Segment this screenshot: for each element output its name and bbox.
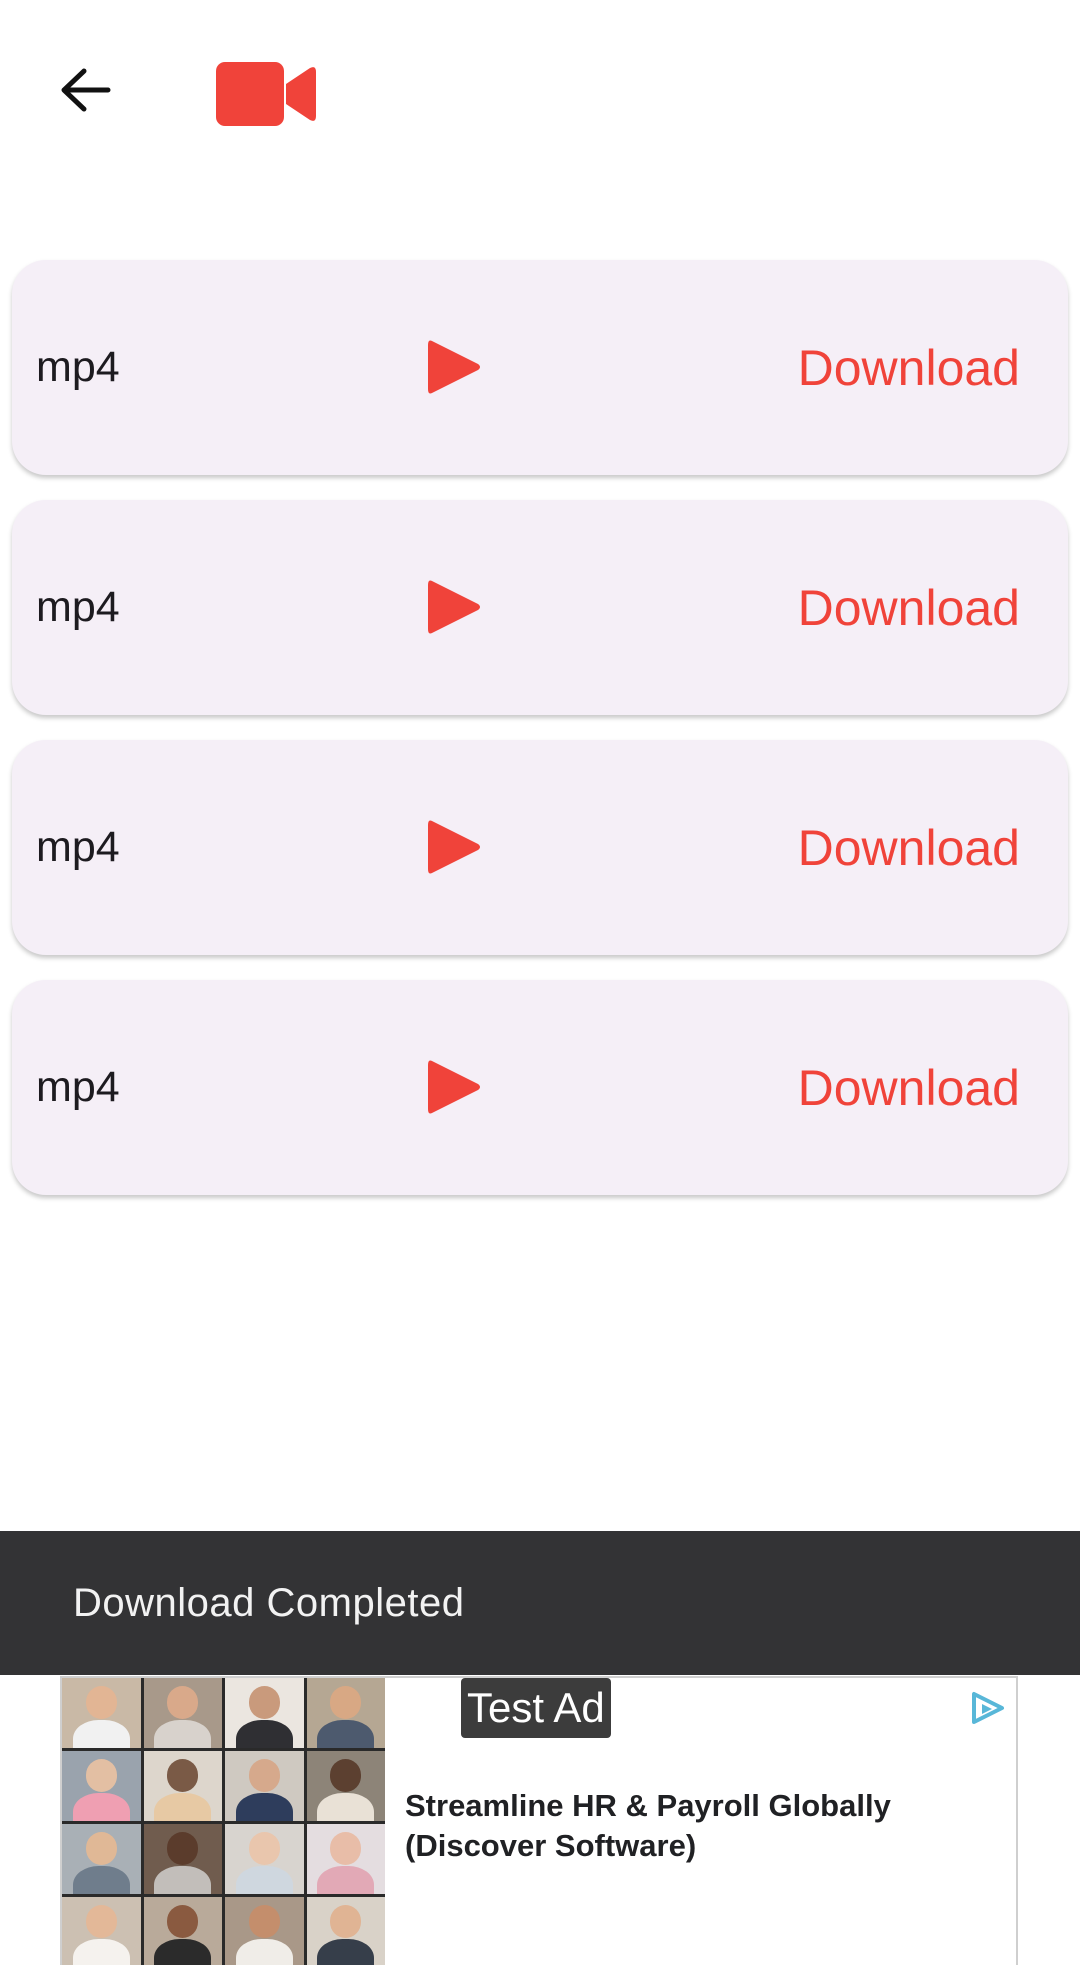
adchoices-icon[interactable] xyxy=(968,1690,1008,1726)
format-card: mp4 Download xyxy=(12,500,1068,715)
ad-photo-tile xyxy=(62,1678,141,1748)
ad-photo-tile xyxy=(225,1678,304,1748)
ad-headline[interactable]: Streamline HR & Payroll Globally (Discov… xyxy=(405,1786,965,1866)
ad-image[interactable] xyxy=(62,1678,385,1965)
format-card: mp4 Download xyxy=(12,980,1068,1195)
ad-photo-tile xyxy=(143,1678,222,1748)
ad-photo-tile xyxy=(225,1897,304,1965)
play-icon[interactable] xyxy=(424,337,484,397)
test-ad-badge: Test Ad xyxy=(461,1678,611,1738)
ad-photo-tile xyxy=(62,1897,141,1965)
ad-photo-tile xyxy=(306,1751,385,1821)
ad-photo-tile xyxy=(225,1751,304,1821)
ad-photo-tile xyxy=(225,1824,304,1894)
snackbar-message: Download Completed xyxy=(73,1580,465,1625)
back-button[interactable] xyxy=(50,60,120,120)
arrow-left-icon xyxy=(61,68,111,112)
video-camera-icon xyxy=(216,62,316,126)
play-icon[interactable] xyxy=(424,1057,484,1117)
top-bar xyxy=(0,0,1080,190)
ad-photo-tile xyxy=(143,1897,222,1965)
download-button[interactable]: Download xyxy=(798,980,1020,1195)
ad-photo-tile xyxy=(62,1824,141,1894)
format-label: mp4 xyxy=(36,583,120,631)
format-card: mp4 Download xyxy=(12,260,1068,475)
play-icon[interactable] xyxy=(424,577,484,637)
format-list: mp4 Download mp4 Download mp4 Download m… xyxy=(12,260,1068,1220)
download-button[interactable]: Download xyxy=(798,740,1020,955)
download-button[interactable]: Download xyxy=(798,500,1020,715)
play-icon[interactable] xyxy=(424,817,484,877)
ad-photo-tile xyxy=(143,1824,222,1894)
ad-photo-tile xyxy=(306,1678,385,1748)
download-button[interactable]: Download xyxy=(798,260,1020,475)
format-label: mp4 xyxy=(36,343,120,391)
format-label: mp4 xyxy=(36,823,120,871)
ad-photo-tile xyxy=(306,1897,385,1965)
format-label: mp4 xyxy=(36,1063,120,1111)
format-card: mp4 Download xyxy=(12,740,1068,955)
screen: mp4 Download mp4 Download mp4 Download m… xyxy=(0,0,1080,1965)
ad-banner[interactable]: Test Ad Streamline HR & Payroll Globally… xyxy=(60,1676,1018,1965)
ad-photo-tile xyxy=(306,1824,385,1894)
ad-photo-tile xyxy=(62,1751,141,1821)
ad-photo-tile xyxy=(143,1751,222,1821)
snackbar: Download Completed xyxy=(0,1531,1080,1675)
